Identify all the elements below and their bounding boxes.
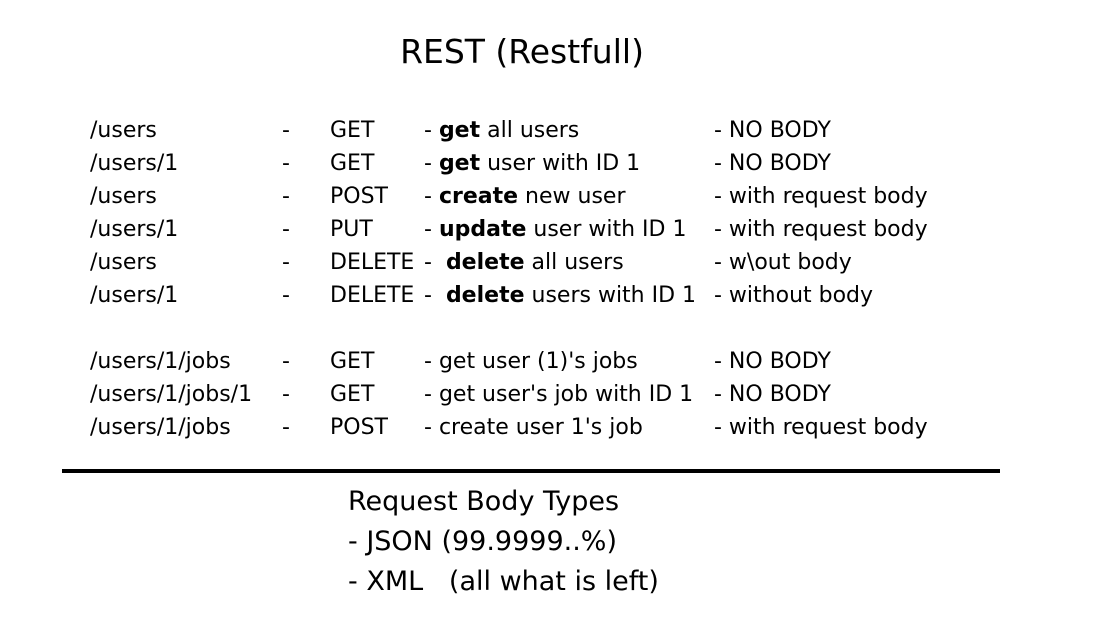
route-separator: - <box>282 118 290 143</box>
route-description-prefix: - <box>424 382 439 407</box>
route-description-verb: get <box>438 118 481 143</box>
route-body-note: - NO BODY <box>714 118 831 143</box>
route-path: /users/1 <box>90 151 179 176</box>
route-separator: - <box>282 184 290 209</box>
route-row: /users - POST - create new user - with r… <box>90 180 990 213</box>
route-row: /users/1/jobs/1 - GET - get user's job w… <box>90 378 990 411</box>
route-description-prefix: - <box>424 349 439 374</box>
route-description-rest: get user (1)'s jobs <box>438 349 638 374</box>
route-description-prefix: - <box>424 217 439 242</box>
route-description-verb: delete <box>445 283 525 308</box>
route-description-verb: get <box>438 151 481 176</box>
route-description-prefix: - <box>424 184 439 209</box>
route-body-note: - w\out body <box>714 250 852 275</box>
route-description-prefix: - <box>424 151 439 176</box>
route-description: - delete all users <box>424 246 624 279</box>
route-description-rest: all users <box>524 250 624 275</box>
route-separator: - <box>282 283 290 308</box>
route-path: /users <box>90 184 157 209</box>
route-table: /users - GET - get all users - NO BODY /… <box>90 114 990 444</box>
route-separator: - <box>282 382 290 407</box>
section-divider <box>62 469 1000 473</box>
route-path: /users/1/jobs/1 <box>90 382 253 407</box>
route-method: PUT <box>330 217 373 242</box>
route-description-prefix: - <box>424 283 446 308</box>
route-row: /users/1 - GET - get user with ID 1 - NO… <box>90 147 990 180</box>
route-description: - get user (1)'s jobs <box>424 345 638 378</box>
route-row: /users/1/jobs - POST - create user 1's j… <box>90 411 990 444</box>
route-description-rest: users with ID 1 <box>524 283 697 308</box>
route-method: POST <box>330 415 388 440</box>
route-path: /users <box>90 250 157 275</box>
route-description-prefix: - <box>424 250 446 275</box>
route-description-rest: get user's job with ID 1 <box>438 382 694 407</box>
route-separator: - <box>282 250 290 275</box>
route-separator: - <box>282 217 290 242</box>
route-description: - create new user <box>424 180 626 213</box>
route-description-verb: delete <box>445 250 525 275</box>
body-type-item: - XML (all what is left) <box>348 566 659 597</box>
route-path: /users <box>90 118 157 143</box>
route-method: POST <box>330 184 388 209</box>
route-description-rest: user with ID 1 <box>480 151 641 176</box>
route-separator: - <box>282 349 290 374</box>
body-types-heading: Request Body Types <box>348 486 620 517</box>
route-description: - update user with ID 1 <box>424 213 686 246</box>
route-description-verb: update <box>438 217 527 242</box>
route-row: /users - DELETE - delete all users - w\o… <box>90 246 990 279</box>
route-description-rest: new user <box>518 184 626 209</box>
route-row: /users/1/jobs - GET - get user (1)'s job… <box>90 345 990 378</box>
route-description-prefix: - <box>424 118 439 143</box>
route-description-rest: user with ID 1 <box>526 217 687 242</box>
route-description: - delete users with ID 1 <box>424 279 696 312</box>
route-description-prefix: - <box>424 415 439 440</box>
body-types-section: Request Body Types - JSON (99.9999..%) -… <box>348 482 659 602</box>
route-body-note: - NO BODY <box>714 382 831 407</box>
route-description: - create user 1's job <box>424 411 643 444</box>
body-type-item: - JSON (99.9999..%) <box>348 526 617 557</box>
route-path: /users/1 <box>90 283 179 308</box>
route-body-note: - with request body <box>714 217 928 242</box>
route-separator: - <box>282 415 290 440</box>
route-separator: - <box>282 151 290 176</box>
route-path: /users/1/jobs <box>90 415 231 440</box>
route-row: /users/1 - DELETE - delete users with ID… <box>90 279 990 312</box>
route-path: /users/1 <box>90 217 179 242</box>
route-description-rest: all users <box>480 118 580 143</box>
route-body-note: - NO BODY <box>714 151 831 176</box>
route-description: - get user's job with ID 1 <box>424 378 693 411</box>
route-method: GET <box>330 349 375 374</box>
route-description: - get all users <box>424 114 579 147</box>
route-row: /users/1 - PUT - update user with ID 1 -… <box>90 213 990 246</box>
route-body-note: - NO BODY <box>714 349 831 374</box>
page-title: REST (Restfull) <box>400 32 644 71</box>
route-method: GET <box>330 151 375 176</box>
route-method: DELETE <box>330 283 415 308</box>
route-body-note: - without body <box>714 283 874 308</box>
route-path: /users/1/jobs <box>90 349 231 374</box>
route-description: - get user with ID 1 <box>424 147 640 180</box>
route-method: GET <box>330 382 375 407</box>
route-method: DELETE <box>330 250 415 275</box>
route-method: GET <box>330 118 375 143</box>
route-description-rest: create user 1's job <box>438 415 643 440</box>
route-body-note: - with request body <box>714 184 928 209</box>
route-description-verb: create <box>438 184 519 209</box>
route-row: /users - GET - get all users - NO BODY <box>90 114 990 147</box>
route-body-note: - with request body <box>714 415 928 440</box>
